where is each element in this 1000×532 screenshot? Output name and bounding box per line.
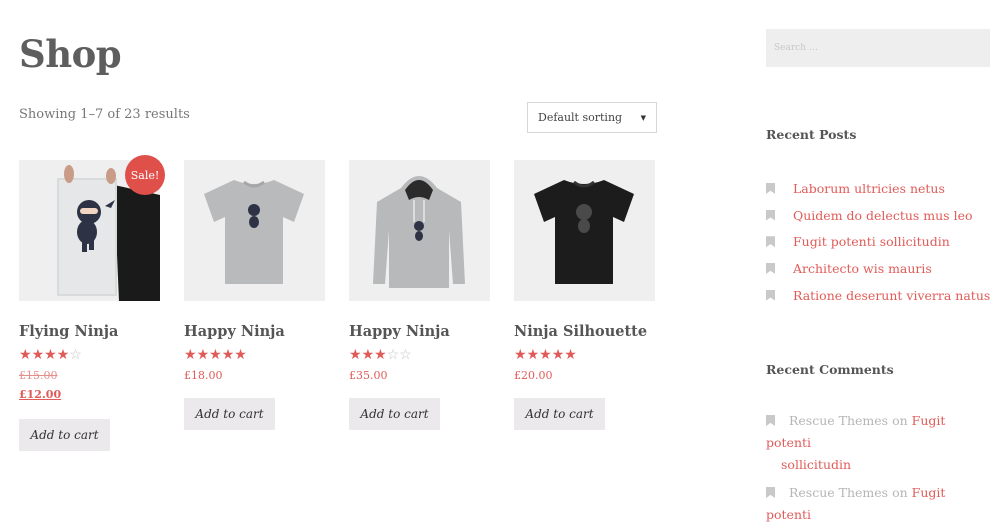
sorting-select[interactable]: Default sorting ▼ bbox=[527, 102, 657, 133]
add-to-cart-button[interactable]: Add to cart bbox=[349, 398, 440, 430]
price-sale: £12.00 bbox=[19, 388, 62, 401]
star-filled-icon: ★ bbox=[526, 347, 540, 363]
product-title[interactable]: Happy Ninja bbox=[184, 323, 325, 340]
search-input[interactable]: Search … bbox=[766, 29, 990, 67]
star-filled-icon: ★ bbox=[196, 347, 210, 363]
list-item: Ratione deserunt viverra natus bbox=[766, 282, 990, 309]
tshirt-image bbox=[184, 160, 325, 301]
recent-comments-title: Recent Comments bbox=[766, 362, 894, 377]
star-filled-icon: ★ bbox=[234, 347, 247, 363]
list-item: Rescue Themes on Fugit potenti sollicitu… bbox=[766, 410, 990, 476]
comment-on: on bbox=[892, 413, 908, 428]
hoodie-image bbox=[349, 160, 490, 301]
star-filled-icon: ★ bbox=[184, 347, 197, 363]
comment-post-link-cont[interactable]: sollicitudin bbox=[781, 457, 851, 472]
bookmark-icon bbox=[766, 209, 775, 221]
comment-author: Rescue Themes bbox=[789, 485, 889, 500]
product-card: Ninja Silhouette ★★★★★ £20.00 Add to car… bbox=[514, 160, 655, 430]
comment-on: on bbox=[892, 485, 908, 500]
search-placeholder: Search … bbox=[774, 43, 818, 53]
add-to-cart-button[interactable]: Add to cart bbox=[19, 419, 110, 451]
star-filled-icon: ★ bbox=[514, 347, 527, 363]
star-filled-icon: ★ bbox=[349, 347, 362, 363]
price: £35.00 bbox=[349, 369, 388, 382]
bookmark-icon bbox=[766, 487, 775, 498]
recent-post-link[interactable]: Fugit potenti sollicitudin bbox=[793, 234, 950, 249]
sale-badge: Sale! bbox=[125, 155, 165, 195]
bookmark-icon bbox=[766, 262, 775, 274]
star-empty-icon: ☆ bbox=[69, 347, 82, 363]
recent-post-link[interactable]: Quidem do delectus mus leo bbox=[793, 208, 973, 223]
bookmark-icon bbox=[766, 236, 775, 248]
star-rating: ★★★☆☆ bbox=[349, 348, 490, 362]
star-filled-icon: ★ bbox=[539, 347, 552, 363]
product-image-happy-ninja[interactable] bbox=[184, 160, 325, 301]
product-title[interactable]: Happy Ninja bbox=[349, 323, 490, 340]
list-item: Quidem do delectus mus leo bbox=[766, 202, 990, 229]
recent-post-link[interactable]: Laborum ultricies netus bbox=[793, 181, 945, 196]
star-rating: ★★★★☆ bbox=[19, 348, 160, 362]
price: £20.00 bbox=[514, 369, 553, 382]
star-filled-icon: ★ bbox=[221, 347, 235, 363]
star-filled-icon: ★ bbox=[31, 347, 45, 363]
star-filled-icon: ★ bbox=[19, 347, 32, 363]
list-item: Laborum ultricies netus bbox=[766, 175, 990, 202]
page-title: Shop bbox=[19, 32, 122, 76]
price: £18.00 bbox=[184, 369, 223, 382]
result-count: Showing 1–7 of 23 results bbox=[19, 107, 190, 122]
comment-author: Rescue Themes bbox=[789, 413, 889, 428]
product-title[interactable]: Flying Ninja bbox=[19, 323, 160, 340]
recent-post-link[interactable]: Architecto wis mauris bbox=[793, 261, 932, 276]
sorting-selected-label: Default sorting bbox=[538, 111, 623, 124]
star-filled-icon: ★ bbox=[551, 347, 565, 363]
star-empty-icon: ☆ bbox=[386, 347, 400, 363]
caret-down-icon: ▼ bbox=[640, 114, 646, 122]
star-filled-icon: ★ bbox=[374, 347, 387, 363]
bookmark-icon bbox=[766, 415, 775, 426]
product-image-happy-ninja-hoodie[interactable] bbox=[349, 160, 490, 301]
add-to-cart-button[interactable]: Add to cart bbox=[184, 398, 275, 430]
star-rating: ★★★★★ bbox=[514, 348, 655, 362]
recent-posts-title: Recent Posts bbox=[766, 127, 857, 142]
recent-post-link[interactable]: Ratione deserunt viverra natus bbox=[793, 288, 990, 303]
list-item: Rescue Themes on Fugit potenti bbox=[766, 482, 990, 526]
star-filled-icon: ★ bbox=[56, 347, 70, 363]
product-card: Flying Ninja ★★★★☆ £15.00 £12.00 Add to … bbox=[19, 160, 160, 451]
star-filled-icon: ★ bbox=[44, 347, 57, 363]
recent-posts-list: Laborum ultricies netus Quidem do delect… bbox=[766, 175, 990, 308]
list-item: Fugit potenti sollicitudin bbox=[766, 228, 990, 255]
product-card: Happy Ninja ★★★☆☆ £35.00 Add to cart bbox=[349, 160, 490, 430]
list-item: Architecto wis mauris bbox=[766, 255, 990, 282]
recent-comments-list: Rescue Themes on Fugit potenti sollicitu… bbox=[766, 410, 990, 532]
add-to-cart-button[interactable]: Add to cart bbox=[514, 398, 605, 430]
product-image-ninja-silhouette[interactable] bbox=[514, 160, 655, 301]
star-rating: ★★★★★ bbox=[184, 348, 325, 362]
star-filled-icon: ★ bbox=[361, 347, 375, 363]
product-card: Happy Ninja ★★★★★ £18.00 Add to cart bbox=[184, 160, 325, 430]
star-empty-icon: ☆ bbox=[399, 347, 412, 363]
star-filled-icon: ★ bbox=[209, 347, 222, 363]
price-old: £15.00 bbox=[19, 369, 58, 382]
tshirt-black-image bbox=[514, 160, 655, 301]
star-filled-icon: ★ bbox=[564, 347, 577, 363]
bookmark-icon bbox=[766, 289, 775, 301]
product-title[interactable]: Ninja Silhouette bbox=[514, 323, 655, 340]
bookmark-icon bbox=[766, 182, 775, 194]
